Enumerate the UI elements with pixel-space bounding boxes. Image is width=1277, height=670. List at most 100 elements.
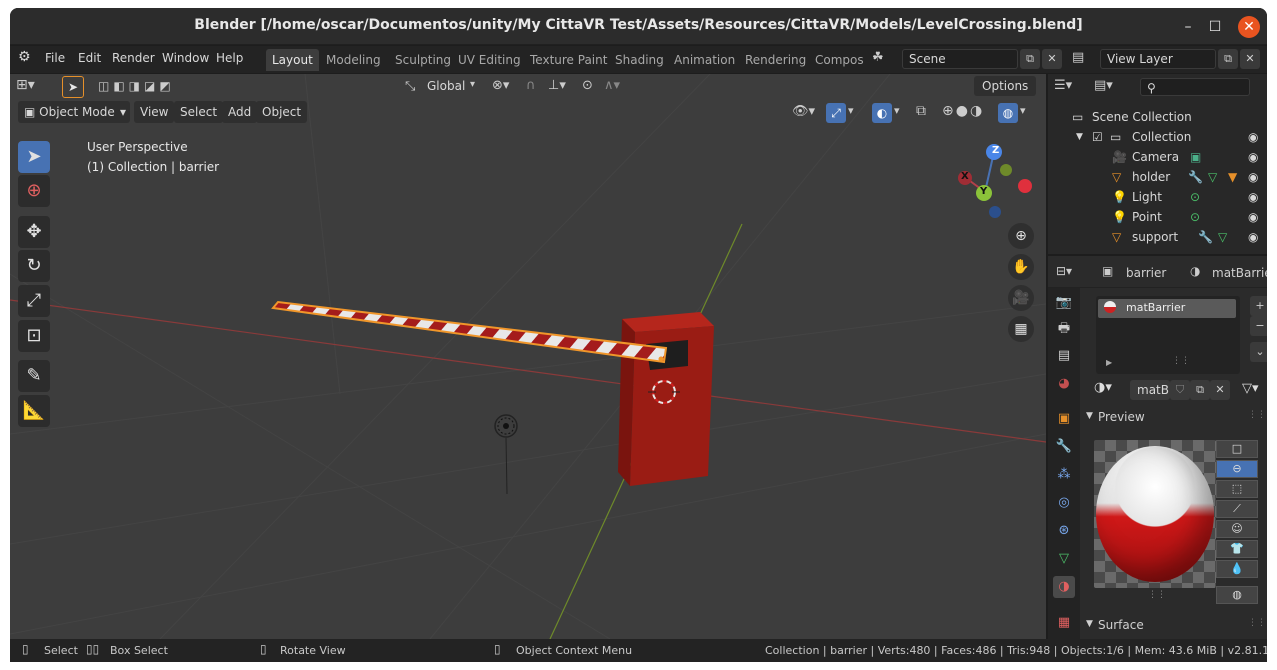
chevron-down-icon[interactable]: ▾	[470, 79, 475, 90]
view-layer-icon[interactable]: ▤	[1072, 50, 1084, 65]
falloff-icon[interactable]: ∧▾	[604, 78, 620, 93]
select-tool-icon[interactable]: ➤	[18, 141, 50, 173]
tab-shading[interactable]: Shading	[609, 49, 670, 71]
scene-field[interactable]: Scene	[902, 49, 1018, 69]
display-mode-icon[interactable]: ▤▾	[1094, 78, 1113, 93]
world-tab-icon[interactable]: ◕	[1053, 373, 1075, 395]
maximize-button[interactable]: ☐	[1204, 16, 1226, 38]
viewport-menu-object[interactable]: Object	[256, 101, 308, 123]
outliner-scene-collection[interactable]: ▭ Scene Collection	[1048, 107, 1267, 127]
close-button[interactable]: ✕	[1238, 16, 1260, 38]
preview-monkey-icon[interactable]: ☺	[1216, 520, 1258, 538]
texture-tab-icon[interactable]: ▦	[1053, 612, 1075, 634]
mesh-data-icon[interactable]: ▽	[1208, 167, 1217, 187]
viewport-menu-select[interactable]: Select	[174, 101, 224, 123]
proportional-edit-icon[interactable]: ⊙	[582, 78, 593, 93]
preview-fluid-icon[interactable]: 💧	[1216, 560, 1258, 578]
outliner-item-holder[interactable]: ▽ holder 🔧 ▽ ▼ ◉	[1048, 167, 1267, 187]
remove-slot-button[interactable]: −	[1250, 316, 1267, 336]
blender-logo-icon[interactable]: ⚙	[18, 49, 31, 65]
light-data-icon[interactable]: ⊙	[1190, 187, 1200, 207]
eye-icon[interactable]: ◉	[1248, 147, 1258, 167]
snap-target-icon[interactable]: ⊥▾	[548, 78, 566, 93]
physics-tab-icon[interactable]: ◎	[1053, 492, 1075, 514]
preview-panel-header[interactable]: ▼ Preview ⋮⋮⋮	[1082, 408, 1267, 428]
move-tool-icon[interactable]: ✥	[18, 216, 50, 248]
preview-hair-icon[interactable]: ⟋	[1216, 500, 1258, 518]
orientation-icon[interactable]: ⤡	[405, 79, 415, 94]
view-layer-tab-icon[interactable]: ▤	[1053, 345, 1075, 367]
link-type-icon[interactable]: ▽▾	[1242, 381, 1259, 396]
tab-modeling[interactable]: Modeling	[320, 49, 387, 71]
material-slot-list[interactable]: matBarrier ▶ ⋮⋮	[1096, 296, 1240, 374]
outliner-item-camera[interactable]: 🎥 Camera ▣ ◉	[1048, 147, 1267, 167]
browse-material-icon[interactable]: ◑▾	[1094, 380, 1112, 395]
selection-mode-icons[interactable]: ◫◧◨◪◩	[98, 79, 175, 93]
delete-view-layer-icon[interactable]: ✕	[1240, 49, 1260, 69]
viewport-menu-view[interactable]: View	[134, 101, 175, 123]
chevron-down-icon[interactable]: ▾	[848, 104, 854, 117]
material-name-field[interactable]: matB	[1130, 380, 1170, 400]
tab-compositing[interactable]: Composit	[809, 49, 864, 71]
eye-icon[interactable]: ◉	[1248, 227, 1258, 247]
checkbox-icon[interactable]: ☑	[1092, 127, 1103, 147]
menu-window[interactable]: Window	[162, 51, 209, 65]
modifier-tab-icon[interactable]: 🔧	[1053, 436, 1075, 458]
scale-tool-icon[interactable]: ⤢	[18, 285, 50, 317]
slot-specials-icon[interactable]: ⌄	[1250, 342, 1267, 362]
viewport-menu-add[interactable]: Add	[222, 101, 258, 123]
add-slot-button[interactable]: +	[1250, 296, 1267, 316]
overlay-toggle-icon[interactable]: ◐	[872, 103, 892, 123]
constraints-tab-icon[interactable]: ⊛	[1053, 520, 1075, 542]
mesh-data-icon[interactable]: ▽	[1218, 227, 1227, 247]
chevron-down-icon[interactable]: ▾	[1020, 104, 1026, 117]
preview-sphere-icon[interactable]: ⊖	[1216, 460, 1258, 478]
menu-edit[interactable]: Edit	[78, 51, 101, 65]
outliner-item-light[interactable]: 💡 Light ⊙ ◉	[1048, 187, 1267, 207]
menu-render[interactable]: Render	[112, 51, 155, 65]
drag-handle-icon[interactable]: ⋮⋮⋮	[1248, 410, 1267, 420]
transform-tool-icon[interactable]: ⊡	[18, 320, 50, 352]
xray-icon[interactable]: ⧉	[916, 103, 926, 119]
drag-handle-icon[interactable]: ⋮⋮⋮	[1248, 618, 1267, 628]
camera-data-icon[interactable]: ▣	[1190, 147, 1201, 167]
tab-rendering[interactable]: Rendering	[739, 49, 812, 71]
view-layer-field[interactable]: View Layer	[1100, 49, 1216, 69]
zoom-icon[interactable]: ⊕	[1008, 223, 1034, 249]
3d-viewport[interactable]: Z X Y ⊞▾ ➤ ◫◧◨◪◩ ⤡ Global ▾ ⊗▾ ∩ ⊥▾ ⊙ ∧▾…	[10, 74, 1046, 639]
tab-animation[interactable]: Animation	[668, 49, 741, 71]
surface-panel-header[interactable]: ▼ Surface ⋮⋮⋮	[1082, 616, 1267, 636]
tweak-tool-icon[interactable]: ➤	[62, 76, 84, 98]
cursor-tool-icon[interactable]: ⊕	[18, 175, 50, 207]
eye-icon[interactable]: ◉	[1248, 167, 1258, 187]
eye-icon[interactable]: ◉	[1248, 187, 1258, 207]
preview-cloth-icon[interactable]: 👕	[1216, 540, 1258, 558]
shading-mode-icons[interactable]: ⊕●◑	[942, 103, 984, 119]
pivot-point-icon[interactable]: ⊗▾	[492, 78, 509, 93]
outliner-collection-row[interactable]: ▼ ☑ ▭ Collection ◉	[1048, 127, 1267, 147]
menu-file[interactable]: File	[45, 51, 65, 65]
chevron-down-icon[interactable]: ▾	[894, 104, 900, 117]
expand-arrow-icon[interactable]: ▶	[1106, 358, 1112, 367]
tab-sculpting[interactable]: Sculpting	[389, 49, 457, 71]
outliner-editor-icon[interactable]: ☰▾	[1054, 78, 1072, 93]
rendered-shading-icon[interactable]: ◍	[998, 103, 1018, 123]
light-data-icon[interactable]: ⊙	[1190, 207, 1200, 227]
outliner-item-point[interactable]: 💡 Point ⊙ ◉	[1048, 207, 1267, 227]
eye-icon[interactable]: ◉	[1248, 127, 1258, 147]
new-scene-icon[interactable]: ⧉	[1020, 49, 1040, 69]
annotate-tool-icon[interactable]: ✎	[18, 360, 50, 392]
delete-scene-icon[interactable]: ✕	[1042, 49, 1062, 69]
new-material-icon[interactable]: ⧉	[1190, 380, 1210, 400]
pan-hand-icon[interactable]: ✋	[1008, 254, 1034, 280]
tab-texture-paint[interactable]: Texture Paint	[524, 49, 613, 71]
measure-tool-icon[interactable]: 📐	[18, 395, 50, 427]
render-tab-icon[interactable]: 📷	[1053, 292, 1075, 314]
preview-world-icon[interactable]: ◍	[1216, 586, 1258, 604]
camera-view-icon[interactable]: 🎥	[1008, 285, 1034, 311]
material-tab-icon[interactable]: ◑	[1053, 576, 1075, 598]
properties-editor-icon[interactable]: ⊟▾	[1056, 264, 1072, 278]
menu-help[interactable]: Help	[216, 51, 243, 65]
expand-arrow-icon[interactable]: ▼	[1076, 127, 1083, 147]
perspective-toggle-icon[interactable]: ▦	[1008, 316, 1034, 342]
